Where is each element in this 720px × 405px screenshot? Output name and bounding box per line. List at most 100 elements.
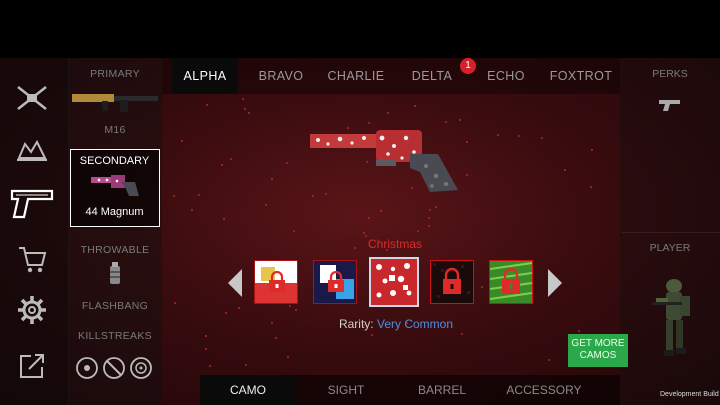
background-speck: [225, 312, 228, 315]
background-speck: [427, 217, 430, 220]
background-speck: [271, 177, 274, 180]
killstreaks-label: KILLSTREAKS: [78, 330, 152, 342]
left-nav: [0, 58, 69, 405]
camo-option-locked-green[interactable]: [489, 260, 533, 304]
player-label: PLAYER: [649, 242, 691, 254]
weapons-crate-icon[interactable]: [14, 134, 50, 170]
tab-accessory[interactable]: ACCESSORY: [492, 375, 596, 405]
background-speck: [180, 139, 183, 142]
shopping-cart-icon[interactable]: [14, 242, 50, 278]
background-speck: [564, 169, 567, 172]
lock-icon: [269, 271, 285, 292]
perks-label: PERKS: [652, 68, 688, 80]
tab-charlie[interactable]: CHARLIE: [322, 58, 390, 94]
background-speck: [413, 104, 416, 107]
throwable-label: THROWABLE: [80, 244, 150, 256]
throwable-slot[interactable]: FLASHBANG: [68, 258, 162, 318]
rarity-line: Rarity: Very Common: [316, 317, 476, 331]
background-speck: [271, 322, 274, 325]
background-speck: [517, 134, 520, 137]
tab-alpha[interactable]: ALPHA: [172, 58, 238, 94]
tab-sight[interactable]: SIGHT: [300, 375, 392, 405]
background-speck: [288, 304, 291, 307]
throwable-item-name: FLASHBANG: [81, 300, 149, 312]
background-speck: [370, 333, 373, 336]
camo-next-arrow[interactable]: [548, 269, 562, 297]
background-speck: [368, 216, 371, 219]
flashbang-icon: [110, 262, 120, 284]
perk-gun-icon: [659, 100, 680, 111]
right-panel: PERKS PLAYER: [620, 58, 720, 405]
background-speck: [387, 112, 390, 115]
background-speck: [242, 98, 245, 101]
background-speck: [190, 209, 193, 212]
lock-icon: [433, 263, 470, 298]
christmas-pattern: [376, 263, 412, 298]
killstreak-1-icon: [76, 357, 98, 379]
tab-foxtrot[interactable]: FOXTROT: [546, 58, 616, 94]
camo-option-locked-1[interactable]: [254, 260, 298, 304]
background-speck: [205, 103, 208, 106]
tab-barrel[interactable]: BARREL: [396, 375, 488, 405]
tab-echo[interactable]: ECHO: [474, 58, 538, 94]
background-speck: [204, 335, 207, 338]
crossed-rifles-icon[interactable]: [14, 80, 50, 116]
background-speck: [244, 364, 247, 367]
m16-rifle-icon: [72, 94, 158, 112]
customization-tabs: CAMO SIGHT BARREL ACCESSORY: [200, 375, 620, 405]
tab-bravo[interactable]: BRAVO: [248, 58, 314, 94]
background-speck: [416, 229, 419, 232]
get-more-camos-button[interactable]: GET MORE CAMOS: [568, 334, 628, 367]
background-speck: [460, 332, 463, 335]
background-speck: [209, 365, 212, 368]
background-speck: [541, 137, 544, 140]
background-speck: [295, 308, 298, 311]
killstreaks-slot[interactable]: [76, 356, 156, 380]
secondary-weapon-name: 44 Magnum: [85, 206, 144, 218]
background-speck: [547, 359, 550, 362]
tab-delta[interactable]: DELTA: [400, 58, 464, 94]
background-speck: [590, 149, 593, 152]
loadout-slots: PRIMARY M16 SECONDARY 44 Magnum THROWABL…: [68, 58, 162, 405]
camo-option-christmas[interactable]: [369, 257, 419, 307]
secondary-label: SECONDARY: [79, 155, 150, 167]
camo-option-locked-2[interactable]: [313, 260, 357, 304]
background-speck: [362, 231, 365, 234]
primary-slot[interactable]: M16: [68, 80, 162, 140]
loadout-screen: PRIMARY M16 SECONDARY 44 Magnum THROWABL…: [0, 58, 720, 405]
pistol-icon[interactable]: [8, 184, 58, 224]
perk-slot[interactable]: [658, 96, 684, 117]
secondary-slot[interactable]: SECONDARY 44 Magnum: [70, 149, 160, 227]
background-speck: [496, 133, 499, 136]
tab-camo[interactable]: CAMO: [200, 375, 296, 405]
background-speck: [237, 306, 240, 309]
background-speck: [264, 204, 267, 207]
background-speck: [444, 121, 447, 124]
camo-option-locked-red[interactable]: [430, 260, 474, 304]
background-speck: [205, 348, 208, 351]
background-speck: [173, 302, 176, 305]
background-speck: [247, 111, 250, 114]
camo-prev-arrow[interactable]: [228, 269, 242, 297]
background-speck: [435, 206, 438, 209]
weapon-preview[interactable]: [306, 124, 466, 196]
external-link-icon[interactable]: [14, 348, 50, 384]
background-speck: [244, 108, 247, 111]
background-speck: [275, 336, 277, 339]
background-speck: [287, 356, 290, 359]
magnum-revolver-icon: [91, 175, 139, 196]
killstreak-3-icon: [130, 357, 152, 379]
development-build-label: Development Build: [660, 391, 719, 398]
background-speck: [220, 163, 223, 166]
lock-icon: [490, 262, 532, 300]
christmas-magnum-revolver: [310, 130, 458, 192]
background-speck: [293, 229, 295, 232]
background-speck: [380, 209, 383, 212]
player-model[interactable]: [648, 276, 698, 371]
background-speck: [173, 195, 176, 198]
background-speck: [229, 158, 232, 161]
primary-label: PRIMARY: [90, 68, 140, 80]
loadout-tabs: ALPHA BRAVO CHARLIE DELTA 1 ECHO FOXTROT: [162, 58, 620, 94]
killstreak-2-icon: [103, 357, 125, 379]
gear-icon[interactable]: [14, 292, 50, 328]
